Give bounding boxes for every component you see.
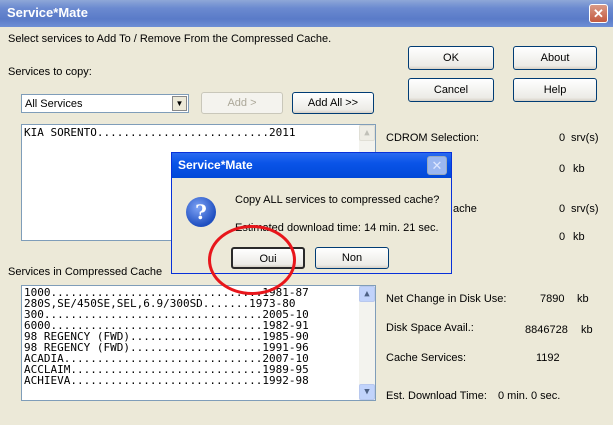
list-item[interactable]: KIA SORENTO..........................201…: [22, 127, 375, 138]
ok-button[interactable]: OK: [408, 46, 494, 70]
dialog-title-bar: Service*Mate ✕: [172, 153, 451, 178]
instruction-text: Select services to Add To / Remove From …: [8, 33, 332, 45]
net-change-unit: kb: [577, 293, 589, 305]
cache-list-label: Services in Compressed Cache: [8, 266, 163, 278]
help-button[interactable]: Help: [513, 78, 597, 102]
cdrom-selection-value: 0: [559, 132, 566, 144]
cache-selection-label: ache: [453, 203, 477, 215]
cancel-button[interactable]: Cancel: [408, 78, 494, 102]
dialog-question: Copy ALL services to compressed cache?: [235, 194, 440, 206]
cache-selection-value: 0: [559, 203, 566, 215]
est-download-value: 0 min. 0 sec.: [498, 390, 561, 402]
est-download-label: Est. Download Time:: [386, 390, 487, 402]
cache-size-unit: kb: [573, 231, 585, 243]
cdrom-selection-label: CDROM Selection:: [386, 132, 479, 144]
cache-services-list[interactable]: 1000................................1981…: [21, 285, 376, 401]
title-bar: Service*Mate ✕: [0, 0, 613, 27]
cache-selection-unit: srv(s): [571, 203, 599, 215]
add-button[interactable]: Add >: [201, 92, 283, 114]
window-title: Service*Mate: [7, 5, 88, 20]
net-change-label: Net Change in Disk Use:: [386, 293, 507, 305]
chevron-down-icon[interactable]: ▼: [172, 96, 187, 111]
service-filter-dropdown[interactable]: All Services ▼: [21, 94, 189, 113]
cache-services-value: 1192: [536, 352, 560, 364]
net-change-value: 7890: [540, 293, 565, 305]
no-button[interactable]: Non: [315, 247, 389, 269]
cdrom-size-value: 0: [559, 163, 566, 175]
list-item[interactable]: ACHIEVA.............................1992…: [22, 375, 375, 386]
cdrom-selection-unit: srv(s): [571, 132, 599, 144]
highlight-circle: [208, 225, 296, 295]
dialog-title: Service*Mate: [178, 158, 253, 172]
service-filter-value: All Services: [25, 98, 83, 110]
disk-space-unit: kb: [581, 324, 593, 336]
disk-space-label: Disk Space Avail.:: [386, 322, 474, 334]
about-button[interactable]: About: [513, 46, 597, 70]
dialog-close-button[interactable]: ✕: [427, 156, 447, 175]
scroll-up-icon[interactable]: ▲: [359, 286, 375, 302]
close-window-button[interactable]: ✕: [589, 4, 608, 23]
cache-size-value: 0: [559, 231, 566, 243]
add-all-button[interactable]: Add All >>: [292, 92, 374, 114]
scroll-down-icon[interactable]: ▼: [359, 384, 375, 400]
cdrom-size-unit: kb: [573, 163, 585, 175]
disk-space-value: 8846728: [525, 324, 568, 336]
cache-services-label: Cache Services:: [386, 352, 467, 364]
cache-list-scrollbar[interactable]: ▲ ▼: [359, 286, 375, 400]
services-to-copy-label: Services to copy:: [8, 66, 92, 78]
scroll-up-icon[interactable]: ▲: [359, 125, 375, 141]
question-icon: ?: [186, 197, 216, 227]
